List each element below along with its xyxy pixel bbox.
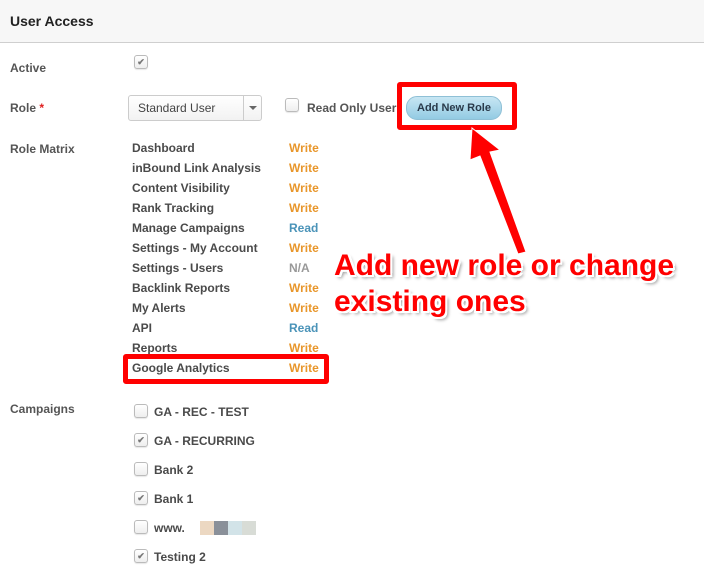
annotation-callout: Add new role or change existing ones	[334, 248, 674, 320]
annotation-line-2: existing ones	[334, 285, 526, 318]
annotation-line-1: Add new role or change	[334, 249, 675, 282]
